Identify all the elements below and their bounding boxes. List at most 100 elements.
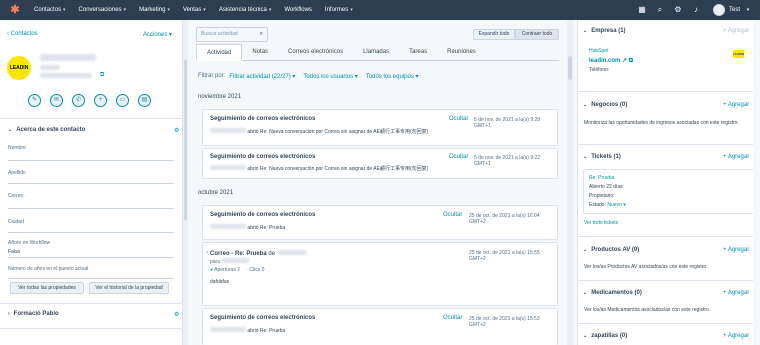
collapse-all-button[interactable]: Contraer todo xyxy=(515,29,559,40)
view-all-tickets-link[interactable]: Ver todo tickets xyxy=(584,220,618,226)
call-button[interactable]: ✆ xyxy=(72,94,85,107)
filter-activity-dropdown[interactable]: Filtrar actividad (22/27) ▾ xyxy=(229,73,295,80)
tab-reuniones[interactable]: Reuniones xyxy=(437,44,486,61)
hide-link[interactable]: Ocultar xyxy=(449,154,468,160)
nav-conversaciones[interactable]: Conversaciones ▾ xyxy=(79,7,127,13)
hide-link[interactable]: Ocultar xyxy=(449,116,468,122)
add-producto-button[interactable]: + Agregar xyxy=(723,247,749,253)
activity-card[interactable]: Seguimiento de correos electrónicos Ocul… xyxy=(202,109,558,146)
tab-correos[interactable]: Correos electrónicos xyxy=(278,44,353,61)
scrollbar-thumb[interactable] xyxy=(184,60,187,220)
filter-teams-dropdown[interactable]: Todos los equipos ▾ xyxy=(366,73,419,80)
productos-header[interactable]: ⌄ Productos AV (0) xyxy=(583,247,639,253)
filter-bar: Filtrar por: Filtrar actividad (22/27) ▾… xyxy=(198,73,423,80)
activity-tabs: Actividad Notas Correos electrónicos Lla… xyxy=(196,44,559,61)
meeting-button[interactable]: ▤ xyxy=(138,94,151,107)
add-zapatilla-button[interactable]: + Agregar xyxy=(723,333,749,339)
gear-icon[interactable]: ⚙ xyxy=(174,127,179,134)
log-button[interactable]: + xyxy=(94,94,107,107)
hide-link[interactable]: Ocultar xyxy=(443,212,462,218)
company-name-link[interactable]: HubSpot xyxy=(589,48,608,54)
tickets-header[interactable]: ⌄ Tickets (1) xyxy=(583,154,621,160)
prop-field-correo[interactable] xyxy=(8,208,174,209)
hide-link[interactable]: Ocultar xyxy=(443,315,462,321)
right-scrollbar[interactable] xyxy=(753,20,760,345)
search-activity-input[interactable]: Buscar actividad ⌕ xyxy=(196,27,268,42)
tab-tareas[interactable]: Tareas xyxy=(399,44,437,61)
activity-card[interactable]: Seguimiento de correos electrónicos Ocul… xyxy=(202,308,558,345)
email-clicks[interactable]: ○ Clics 0 xyxy=(245,267,264,273)
medicamentos-empty-text: Ver los/as Medicamentos asociados/as con… xyxy=(584,307,711,313)
card-title: Seguimiento de correos electrónicos xyxy=(210,212,316,218)
medicamentos-header[interactable]: ⌄ Medicamentos (0) xyxy=(583,290,642,296)
activity-card[interactable]: Seguimiento de correos electrónicos Ocul… xyxy=(202,205,558,240)
check-icon: ● xyxy=(210,267,214,273)
tab-llamadas[interactable]: Llamadas xyxy=(353,44,399,61)
negocios-header[interactable]: ⌄ Negocios (0) xyxy=(583,102,627,108)
add-company-button[interactable]: + Agregar xyxy=(723,28,749,34)
note-button[interactable]: ✎ xyxy=(28,94,41,107)
tickets-title: Tickets (1) xyxy=(591,154,621,160)
tab-actividad[interactable]: Actividad xyxy=(196,44,243,61)
zapatillas-header[interactable]: ⌄ zapatillas (0) xyxy=(583,333,627,339)
prop-field-apellido[interactable] xyxy=(8,183,174,184)
copy-icon[interactable]: ⧉ xyxy=(629,58,633,64)
bell-icon[interactable]: ♪ xyxy=(689,3,703,17)
email-button[interactable]: ✉ xyxy=(50,94,63,107)
prop-value-workflow[interactable]: Falso xyxy=(8,249,20,255)
activity-card[interactable]: Seguimiento de correos electrónicos Ocul… xyxy=(202,148,558,179)
back-to-contacts-link[interactable]: ‹ Contactos xyxy=(7,31,38,37)
card-body: abrió Re: Prueba xyxy=(210,327,285,334)
nav-marketing[interactable]: Marketing ▾ xyxy=(139,7,170,13)
chevron-down-icon[interactable]: ▾ xyxy=(744,3,752,17)
divider xyxy=(578,280,760,281)
middle-scrollbar[interactable] xyxy=(567,20,573,345)
email-card[interactable]: › Correo - Re: Prueba de 25 de oct. de 2… xyxy=(202,242,558,306)
prop-field-years[interactable] xyxy=(8,278,174,279)
prop-field-ciudad[interactable] xyxy=(8,232,174,233)
ticket-state-dropdown[interactable]: Nuevo ▾ xyxy=(607,202,625,208)
view-property-history-button[interactable]: Ver el historial de la propiedad xyxy=(89,282,169,294)
nav-ventas[interactable]: Ventas ▾ xyxy=(183,7,206,13)
chevron-right-icon[interactable]: › xyxy=(206,250,208,256)
ticket-link[interactable]: Re: Prueba xyxy=(589,175,614,181)
gear-icon[interactable]: ⚙ xyxy=(174,311,179,318)
nav-label: Conversaciones xyxy=(78,7,122,13)
gear-icon[interactable]: ⚙ xyxy=(671,3,685,17)
nav-asistencia[interactable]: Asistencia técnica ▾ xyxy=(219,7,272,13)
nav-contactos[interactable]: Contactos ▾ xyxy=(34,7,66,13)
add-deal-button[interactable]: + Agregar xyxy=(723,102,749,108)
search-icon[interactable]: ⌕ xyxy=(653,3,667,17)
email-opens[interactable]: ● Aperturas 2 xyxy=(210,267,240,273)
card-body: abrió Re: Nueva conversación por Correo … xyxy=(210,165,428,172)
scrollbar-thumb[interactable] xyxy=(568,56,572,80)
tab-notas[interactable]: Notas xyxy=(242,44,278,61)
nav-informes[interactable]: Informes ▾ xyxy=(325,7,353,13)
about-section-header[interactable]: ⌄ Acerca de este contacto ⚙ xyxy=(8,127,179,134)
top-nav: ✱ Contactos ▾ Conversaciones ▾ Marketing ▾ … xyxy=(0,0,760,20)
user-name[interactable]: Test xyxy=(729,7,740,13)
expand-all-button[interactable]: Expandir todo xyxy=(473,29,515,40)
copy-icon[interactable]: ⧉ xyxy=(100,72,104,79)
company-phone-label: Teléfono: xyxy=(589,67,610,73)
company-domain-link[interactable]: leadin.com ↗ ⧉ xyxy=(589,57,633,65)
filter-users-dropdown[interactable]: Todos los usuarios ▾ xyxy=(303,73,357,80)
view-all-properties-button[interactable]: Ver todas las propiedades xyxy=(10,282,84,294)
avatar[interactable] xyxy=(712,4,725,16)
actions-dropdown[interactable]: Acciones ▾ xyxy=(143,31,172,38)
marketplace-icon[interactable]: ▦ xyxy=(635,3,649,17)
redacted-name xyxy=(210,165,246,170)
contact-email-redacted xyxy=(40,73,92,78)
add-medicamento-button[interactable]: + Agregar xyxy=(723,290,749,296)
add-ticket-button[interactable]: + Agregar xyxy=(723,154,749,160)
search-icon[interactable]: ⌕ xyxy=(260,28,263,41)
empresa-header[interactable]: ⌄ Empresa (1) xyxy=(583,28,626,34)
prop-label-years: Número de años en el puesto actual xyxy=(8,266,89,272)
formacio-section-header[interactable]: › Formació Pablo ⚙ xyxy=(8,311,179,318)
nav-workflows[interactable]: Workflows xyxy=(284,7,312,13)
task-button[interactable]: ▭ xyxy=(116,94,129,107)
hubspot-logo-icon[interactable]: ✱ xyxy=(8,3,22,17)
external-link-icon[interactable]: ↗ xyxy=(622,58,627,64)
prop-field-nombre[interactable] xyxy=(8,160,174,161)
left-scrollbar[interactable] xyxy=(183,20,188,345)
